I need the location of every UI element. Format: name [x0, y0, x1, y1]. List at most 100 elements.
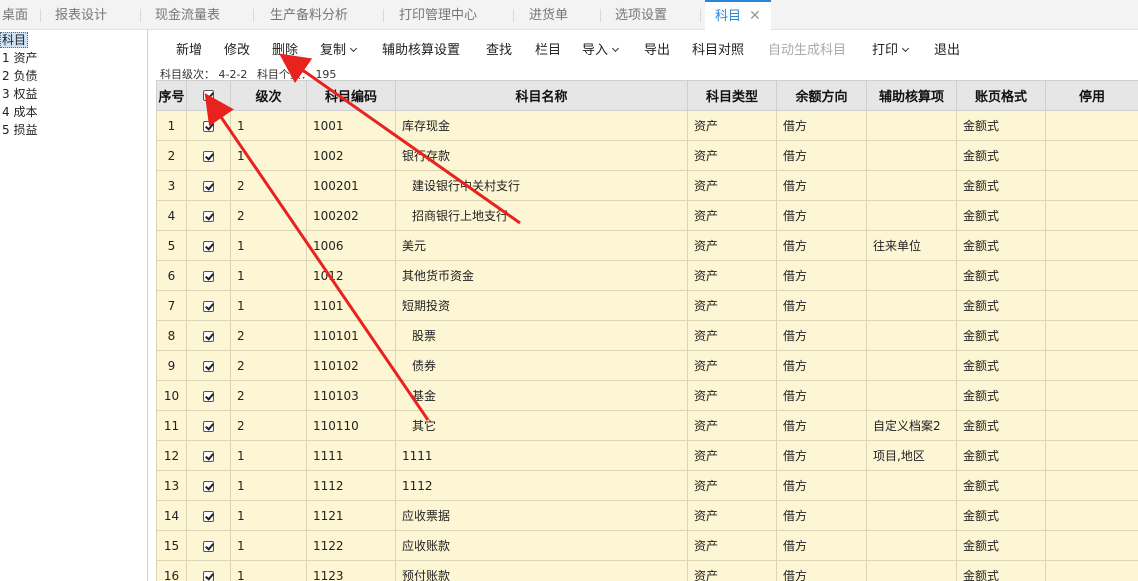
checkbox[interactable] — [203, 420, 214, 432]
checkbox[interactable] — [203, 270, 214, 282]
checkbox[interactable] — [203, 300, 214, 312]
table-row[interactable]: 4 2 100202 招商银行上地支行 资产 借方 金额式 — [156, 200, 1138, 231]
add-button[interactable]: 新增 — [176, 39, 202, 58]
tab-desktop[interactable]: 桌面 — [2, 0, 28, 30]
table-row[interactable]: 6 1 1012 其他货币资金 资产 借方 金额式 — [156, 260, 1138, 291]
tab-options[interactable]: 选项设置 — [615, 0, 667, 30]
checkbox[interactable] — [203, 210, 214, 222]
tab-cashflow[interactable]: 现金流量表 — [155, 0, 220, 30]
col-header-name[interactable]: 科目名称 — [395, 80, 688, 111]
row-checkbox[interactable] — [186, 380, 231, 411]
row-code: 1001 — [306, 110, 396, 141]
checkbox[interactable] — [203, 510, 214, 522]
checkbox[interactable] — [203, 540, 214, 552]
table-row[interactable]: 8 2 110101 股票 资产 借方 金额式 — [156, 320, 1138, 351]
tree-item-profit-loss[interactable]: 5 损益 — [2, 121, 37, 139]
close-icon[interactable]: ✕ — [749, 8, 761, 24]
col-header-code[interactable]: 科目编码 — [306, 80, 396, 111]
export-button[interactable]: 导出 — [644, 39, 670, 58]
row-type: 资产 — [687, 320, 777, 351]
aux-settings-button[interactable]: 辅助核算设置 — [382, 39, 460, 58]
tab-print-center[interactable]: 打印管理中心 — [399, 0, 477, 30]
tree-root-item[interactable]: 科目 — [0, 31, 29, 49]
import-button[interactable]: 导入 — [582, 39, 620, 58]
table-row[interactable]: 14 1 1121 应收票据 资产 借方 金额式 — [156, 500, 1138, 531]
row-level: 1 — [230, 560, 307, 581]
tab-accounts[interactable]: 科目 ✕ — [705, 0, 771, 31]
checkbox[interactable] — [203, 360, 214, 372]
table-row[interactable]: 9 2 110102 债券 资产 借方 金额式 — [156, 350, 1138, 381]
tree-item-equity[interactable]: 3 权益 — [2, 85, 37, 103]
tree-item-liabilities[interactable]: 2 负债 — [2, 67, 37, 85]
checkbox[interactable] — [203, 330, 214, 342]
tree-item-cost[interactable]: 4 成本 — [2, 103, 37, 121]
row-code: 110101 — [306, 320, 396, 351]
checkbox[interactable] — [203, 570, 214, 581]
row-disabled — [1045, 200, 1138, 231]
row-checkbox[interactable] — [186, 230, 231, 261]
row-level: 2 — [230, 380, 307, 411]
account-map-button[interactable]: 科目对照 — [692, 39, 744, 58]
checkbox[interactable] — [203, 480, 214, 492]
row-checkbox[interactable] — [186, 440, 231, 471]
table-row[interactable]: 12 1 1111 1111 资产 借方 项目,地区 金额式 — [156, 440, 1138, 471]
col-header-aux[interactable]: 辅助核算项 — [866, 80, 957, 111]
col-header-level[interactable]: 级次 — [230, 80, 307, 111]
checkbox[interactable] — [203, 90, 214, 101]
delete-button[interactable]: 删除 — [272, 39, 298, 58]
row-direction: 借方 — [776, 500, 867, 531]
find-button[interactable]: 查找 — [486, 39, 512, 58]
row-level: 1 — [230, 470, 307, 501]
row-checkbox[interactable] — [186, 530, 231, 561]
columns-button[interactable]: 栏目 — [535, 39, 561, 58]
col-header-direction[interactable]: 余额方向 — [776, 80, 867, 111]
table-row[interactable]: 10 2 110103 基金 资产 借方 金额式 — [156, 380, 1138, 411]
row-checkbox[interactable] — [186, 110, 231, 141]
row-checkbox[interactable] — [186, 470, 231, 501]
col-header-type[interactable]: 科目类型 — [687, 80, 777, 111]
row-direction: 借方 — [776, 260, 867, 291]
checkbox[interactable] — [203, 240, 214, 252]
edit-button[interactable]: 修改 — [224, 39, 250, 58]
col-header-disabled[interactable]: 停用 — [1045, 80, 1138, 111]
table-row[interactable]: 1 1 1001 库存现金 资产 借方 金额式 — [156, 110, 1138, 141]
row-checkbox[interactable] — [186, 290, 231, 321]
tab-purchase-order[interactable]: 进货单 — [529, 0, 568, 30]
checkbox[interactable] — [203, 450, 214, 462]
row-checkbox[interactable] — [186, 350, 231, 381]
row-checkbox[interactable] — [186, 170, 231, 201]
copy-button[interactable]: 复制 — [320, 39, 358, 58]
table-row[interactable]: 11 2 110110 其它 资产 借方 自定义档案2 金额式 — [156, 410, 1138, 441]
table-row[interactable]: 7 1 1101 短期投资 资产 借方 金额式 — [156, 290, 1138, 321]
row-checkbox[interactable] — [186, 140, 231, 171]
print-button[interactable]: 打印 — [872, 39, 910, 58]
tab-production-analysis[interactable]: 生产备料分析 — [270, 0, 348, 30]
checkbox[interactable] — [203, 180, 214, 192]
row-checkbox[interactable] — [186, 410, 231, 441]
checkbox[interactable] — [203, 120, 214, 132]
table-row[interactable]: 3 2 100201 建设银行中关村支行 资产 借方 金额式 — [156, 170, 1138, 201]
row-checkbox[interactable] — [186, 260, 231, 291]
row-checkbox[interactable] — [186, 200, 231, 231]
tab-report-design[interactable]: 报表设计 — [55, 0, 107, 30]
checkbox[interactable] — [203, 390, 214, 402]
row-direction: 借方 — [776, 290, 867, 321]
row-checkbox[interactable] — [186, 560, 231, 581]
table-row[interactable]: 5 1 1006 美元 资产 借方 往来单位 金额式 — [156, 230, 1138, 261]
table-row[interactable]: 15 1 1122 应收账款 资产 借方 金额式 — [156, 530, 1138, 561]
row-checkbox[interactable] — [186, 320, 231, 351]
col-header-format[interactable]: 账页格式 — [956, 80, 1046, 111]
col-header-select-all[interactable] — [186, 80, 231, 111]
table-row[interactable]: 2 1 1002 银行存款 资产 借方 金额式 — [156, 140, 1138, 171]
row-checkbox[interactable] — [186, 500, 231, 531]
table-row[interactable]: 16 1 1123 预付账款 资产 借方 金额式 — [156, 560, 1138, 581]
auto-generate-button[interactable]: 自动生成科目 — [768, 39, 846, 58]
exit-button[interactable]: 退出 — [934, 39, 960, 58]
col-header-index[interactable]: 序号 — [156, 80, 187, 111]
tree-item-assets[interactable]: 1 资产 — [2, 49, 37, 67]
row-direction: 借方 — [776, 440, 867, 471]
table-row[interactable]: 13 1 1112 1112 资产 借方 金额式 — [156, 470, 1138, 501]
checkbox[interactable] — [203, 150, 214, 162]
row-type: 资产 — [687, 560, 777, 581]
row-code: 1112 — [306, 470, 396, 501]
